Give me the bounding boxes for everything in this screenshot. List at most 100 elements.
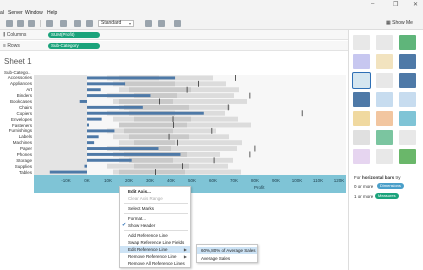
row-label[interactable]: Bookcases: [2, 99, 32, 104]
reference-band-inner: [124, 128, 173, 134]
columns-pill[interactable]: SUM(Profit): [48, 32, 100, 38]
menu-edit-reference-line[interactable]: Edit Reference Line ▶: [120, 246, 190, 253]
chevron-down-icon: ▾: [128, 21, 131, 26]
row-label[interactable]: Chairs: [2, 105, 32, 110]
chart-type-tile[interactable]: [399, 111, 416, 126]
menu-add-reference-line[interactable]: Add Reference Line: [120, 232, 190, 239]
reference-band-inner: [129, 157, 173, 163]
average-line-bookcases: [159, 98, 160, 105]
share-icon[interactable]: [174, 20, 181, 27]
row-label[interactable]: Art: [2, 87, 32, 92]
average-line-binders: [249, 92, 251, 99]
row-label[interactable]: Copiers: [2, 111, 32, 116]
chart-type-tile[interactable]: [376, 92, 393, 107]
average-line-phones: [249, 151, 251, 158]
chart-type-tile[interactable]: [399, 149, 416, 164]
minimize-icon[interactable]: –: [371, 1, 374, 7]
chart-type-tile[interactable]: [376, 35, 393, 50]
row-label[interactable]: Phones: [2, 152, 32, 157]
row-label[interactable]: Tables: [2, 170, 32, 175]
pause-icon[interactable]: [17, 20, 24, 27]
row-label[interactable]: Fasteners: [2, 123, 32, 128]
label-icon[interactable]: [74, 20, 81, 27]
chart-type-tile[interactable]: [376, 111, 393, 126]
chart-type-tile[interactable]: [376, 54, 393, 69]
menu-remove-all-reference-lines[interactable]: Remove All Reference Lines: [120, 260, 190, 267]
filter-icon[interactable]: [158, 20, 165, 27]
show-me-panel: For horizontal bars try 0 or more Dimens…: [348, 30, 423, 270]
chart-type-tile[interactable]: [353, 130, 370, 145]
chart-type-tile[interactable]: [353, 54, 370, 69]
row-label[interactable]: Storage: [2, 158, 32, 163]
menu-divider: [124, 230, 188, 231]
swap-icon[interactable]: [28, 20, 35, 27]
negative-region: [34, 75, 87, 175]
menu-analysis[interactable]: al: [0, 10, 4, 16]
menu-window[interactable]: Window: [25, 10, 43, 16]
edit-reference-line-submenu: 60%,80% of Average Sales Average Sales: [196, 244, 258, 263]
show-me-button[interactable]: ▦ Show Me: [386, 19, 419, 28]
menu-show-header[interactable]: ✔ Show Header: [120, 222, 190, 229]
rows-pill[interactable]: Sub-Category: [48, 43, 100, 49]
row-label[interactable]: Machines: [2, 140, 32, 145]
average-line-copiers: [301, 110, 303, 117]
menu-edit-axis[interactable]: Edit Axis...: [120, 188, 190, 195]
submenu-band-60-80[interactable]: 60%,80% of Average Sales: [197, 247, 257, 254]
new-data-source-icon[interactable]: [6, 20, 13, 27]
row-label[interactable]: Appliances: [2, 81, 32, 86]
x-tick-label: 60K: [208, 178, 218, 183]
toolbar: Standard ▾ ▦ Show Me: [0, 17, 423, 30]
bar-phones: [87, 152, 181, 156]
row-label[interactable]: Binders: [2, 93, 32, 98]
chart-type-tile[interactable]: [399, 92, 416, 107]
fit-select[interactable]: Standard ▾: [98, 20, 134, 27]
sort-icon[interactable]: [86, 20, 93, 27]
menu-help[interactable]: Help: [47, 10, 57, 16]
menu-server[interactable]: Server: [8, 10, 23, 16]
chart-type-tile[interactable]: [353, 35, 370, 50]
measures-pill: Measures: [375, 193, 399, 199]
sheet-title: Sheet 1: [4, 57, 32, 66]
chart-type-tile[interactable]: [376, 149, 393, 164]
x-tick-label: 110K: [312, 178, 324, 183]
reference-band-inner: [119, 169, 185, 175]
menu-swap-reference-line-fields[interactable]: Swap Reference Line Fields: [120, 239, 190, 246]
menu-remove-reference-line[interactable]: Remove Reference Line ▶: [120, 253, 190, 260]
chart-type-tile[interactable]: [399, 130, 416, 145]
reference-band-inner: [134, 140, 175, 146]
chart-type-tile[interactable]: [399, 73, 416, 88]
chart-type-tile[interactable]: [353, 111, 370, 126]
chart-type-tile[interactable]: [399, 54, 416, 69]
presentation-icon[interactable]: [145, 20, 152, 27]
bar-machines: [87, 141, 95, 145]
row-label[interactable]: Paper: [2, 146, 32, 151]
chart-type-tile[interactable]: [353, 92, 370, 107]
average-line-paper: [254, 145, 256, 152]
row-label[interactable]: Accessories: [2, 75, 32, 80]
bar-envelopes: [87, 117, 102, 121]
reference-band-inner: [129, 87, 191, 93]
plot-area[interactable]: [34, 75, 346, 175]
close-icon[interactable]: ✕: [413, 1, 418, 8]
highlight-icon[interactable]: [46, 20, 53, 27]
row-label[interactable]: Furnishings: [2, 128, 32, 133]
row-label[interactable]: Supplies: [2, 164, 32, 169]
chart-type-tile[interactable]: [353, 149, 370, 164]
average-line-labels: [168, 133, 170, 140]
chart-type-tile[interactable]: [376, 130, 393, 145]
average-line-machines: [177, 139, 178, 146]
group-icon[interactable]: [60, 20, 67, 27]
chart-type-horizontal-bars[interactable]: [352, 72, 371, 89]
x-tick-label: 30K: [145, 178, 155, 183]
bar-furnishings: [87, 129, 115, 133]
menu-select-marks[interactable]: Select Marks: [120, 205, 190, 212]
row-label[interactable]: Envelopes: [2, 117, 32, 122]
chart-type-tile[interactable]: [376, 73, 393, 88]
reference-band-inner: [129, 134, 189, 140]
menu-format[interactable]: Format...: [120, 215, 190, 222]
submenu-average-sales[interactable]: Average Sales: [197, 255, 257, 262]
chart-type-tile[interactable]: [399, 35, 416, 50]
row-header-title[interactable]: Sub-Catego..: [4, 70, 31, 75]
row-label[interactable]: Labels: [2, 134, 32, 139]
maximize-icon[interactable]: ❐: [393, 1, 398, 8]
